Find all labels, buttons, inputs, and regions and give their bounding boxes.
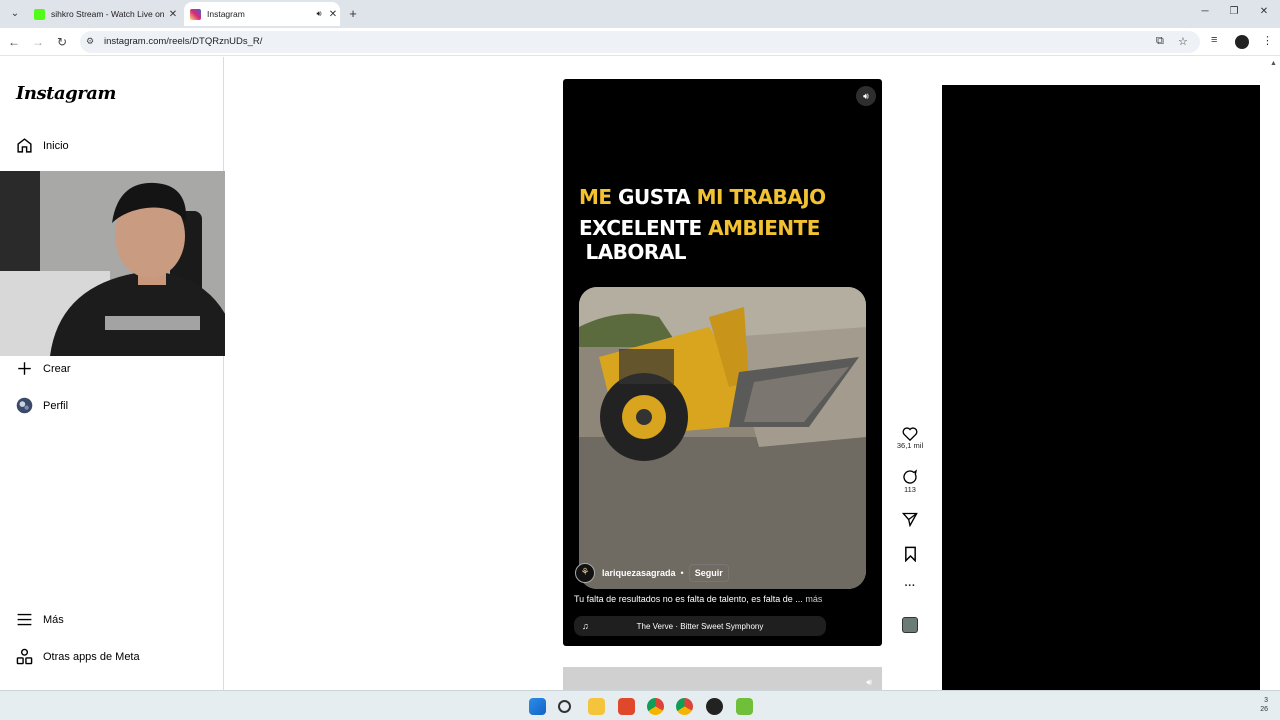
new-tab-button[interactable]: + [346, 6, 360, 21]
sidebar-item-label: Otras apps de Meta [43, 650, 140, 663]
system-tray-clock[interactable]: 3 26 [1260, 696, 1268, 714]
headline-word: EXCELENTE [579, 216, 709, 240]
chrome-profile-icon[interactable] [676, 698, 693, 715]
instagram-logo[interactable]: Instagram [16, 83, 116, 104]
menu-icon [16, 611, 33, 628]
url-field[interactable]: ⚙︎ instagram.com/reels/DTQRznUDs_R/ ⧉ ☆ [80, 31, 1200, 53]
sidebar-item-label: Perfil [43, 399, 69, 412]
follow-button[interactable]: Seguir [688, 564, 729, 582]
windows-start-icon[interactable] [529, 698, 546, 715]
audio-track[interactable]: ♫ The Verve · Bitter Sweet Symphony [574, 616, 826, 636]
sidebar-item-mas[interactable]: Más [16, 611, 64, 628]
comment-icon[interactable] [902, 469, 918, 485]
send-icon[interactable] [902, 512, 918, 527]
minimize-icon[interactable]: ─ [1198, 6, 1212, 17]
kebab-menu-icon[interactable]: ⋮ [1262, 34, 1273, 47]
save-action[interactable] [893, 546, 927, 562]
more-options-icon[interactable]: ··· [893, 580, 927, 592]
author-name[interactable]: lariquezasagrada [602, 568, 676, 578]
tray-time: 3 [1264, 697, 1268, 704]
comment-action[interactable]: 113 [893, 469, 927, 494]
sidebar-item-perfil[interactable]: Perfil [16, 397, 68, 414]
tray-date: 26 [1260, 706, 1268, 713]
tab-title: Instagram [207, 9, 245, 19]
reel-author: ⚘ lariquezasagrada • Seguir [575, 563, 729, 583]
close-tab-icon[interactable]: ✕ [166, 9, 180, 20]
tab-title: sihkro Stream - Watch Live on Kick [51, 9, 166, 19]
headline-word: AMBIENTE [708, 216, 820, 240]
meta-apps-icon [16, 648, 33, 665]
media-control-icon[interactable]: ≡ [1211, 34, 1217, 46]
reel-headline-line1: ME GUSTA MI TRABAJO [579, 185, 869, 209]
reel-headline-line2: EXCELENTE AMBIENTE LABORAL [579, 216, 869, 264]
sidebar-item-inicio[interactable]: Inicio [16, 137, 69, 154]
forward-icon[interactable]: → [30, 34, 46, 50]
tab-instagram[interactable]: Instagram 🔊︎ ✕ [184, 2, 340, 26]
brave-browser-icon[interactable] [618, 698, 635, 715]
audio-thumbnail[interactable] [902, 617, 918, 633]
sidebar-item-label: Más [43, 613, 64, 626]
sidebar-item-crear[interactable]: Crear [16, 360, 71, 377]
chrome-icon[interactable] [647, 698, 664, 715]
separator-dot: • [680, 568, 684, 578]
obs-preview-panel [942, 85, 1260, 720]
author-avatar[interactable]: ⚘ [575, 563, 595, 583]
home-icon [16, 137, 33, 154]
back-icon[interactable]: ← [6, 34, 22, 50]
instagram-sidebar: Instagram Inicio Crear Perfil Más Otras … [0, 57, 224, 690]
next-reel-preview[interactable]: 🔊︎ [563, 667, 882, 690]
browser-tab-strip: ⌄ sihkro Stream - Watch Live on Kick ✕ I… [0, 0, 1280, 28]
reload-icon[interactable]: ↻ [54, 34, 70, 50]
file-explorer-icon[interactable] [588, 698, 605, 715]
sidebar-item-label: Inicio [43, 139, 69, 152]
tab-kick[interactable]: sihkro Stream - Watch Live on Kick ✕ [28, 2, 180, 26]
heart-icon[interactable] [902, 426, 918, 441]
headline-word: MI TRABAJO [696, 185, 827, 209]
headline-word: ME [579, 185, 612, 209]
more-link[interactable]: más [805, 594, 822, 604]
headline-word: GUSTA [611, 185, 697, 209]
tab-search-icon[interactable]: ⌄ [6, 5, 24, 23]
caption-text: Tu falta de resultados no es falta de ta… [574, 594, 803, 604]
obs-icon[interactable] [706, 698, 723, 715]
profile-avatar[interactable] [1235, 35, 1249, 49]
instagram-favicon-icon [190, 8, 201, 20]
volume-icon[interactable]: 🔊︎ [866, 677, 872, 688]
close-tab-icon[interactable]: ✕ [326, 9, 340, 20]
bookmark-star-icon[interactable]: ☆ [1178, 35, 1188, 48]
like-action[interactable]: 36,1 mil [893, 426, 927, 450]
address-toolbar: ← → ↻ ⚙︎ instagram.com/reels/DTQRznUDs_R… [0, 28, 1280, 56]
sidebar-item-label: Crear [43, 362, 71, 375]
scroll-up-arrow-icon[interactable]: ▲ [1270, 60, 1277, 67]
restore-icon[interactable]: ❐ [1227, 6, 1241, 17]
comments-count: 113 [904, 485, 916, 494]
profile-avatar-icon [16, 397, 33, 414]
bookmark-icon[interactable] [904, 546, 917, 562]
search-icon[interactable] [558, 700, 571, 713]
reel-video-frame[interactable] [579, 287, 866, 589]
reel-caption: Tu falta de resultados no es falta de ta… [574, 594, 822, 604]
share-action[interactable] [893, 512, 927, 527]
kick-favicon-icon [34, 8, 45, 20]
install-app-icon[interactable]: ⧉ [1156, 35, 1164, 48]
audio-title: The Verve · Bitter Sweet Symphony [636, 622, 764, 631]
headline-word: LABORAL [579, 240, 687, 264]
reel-player[interactable]: 🔊︎ ME GUSTA MI TRABAJO EXCELENTE AMBIENT… [563, 79, 882, 646]
windows-taskbar: 3 26 [0, 690, 1280, 720]
site-info-icon[interactable]: ⚙︎ [86, 36, 94, 47]
plus-icon [16, 360, 33, 377]
url-text: instagram.com/reels/DTQRznUDs_R/ [104, 36, 263, 47]
sidebar-item-otras-apps[interactable]: Otras apps de Meta [16, 648, 140, 665]
speaker-icon[interactable]: 🔊︎ [312, 9, 326, 19]
app-icon[interactable] [736, 698, 753, 715]
volume-icon[interactable]: 🔊︎ [856, 86, 876, 106]
likes-count: 36,1 mil [896, 441, 924, 450]
close-window-icon[interactable]: ✕ [1257, 6, 1271, 17]
